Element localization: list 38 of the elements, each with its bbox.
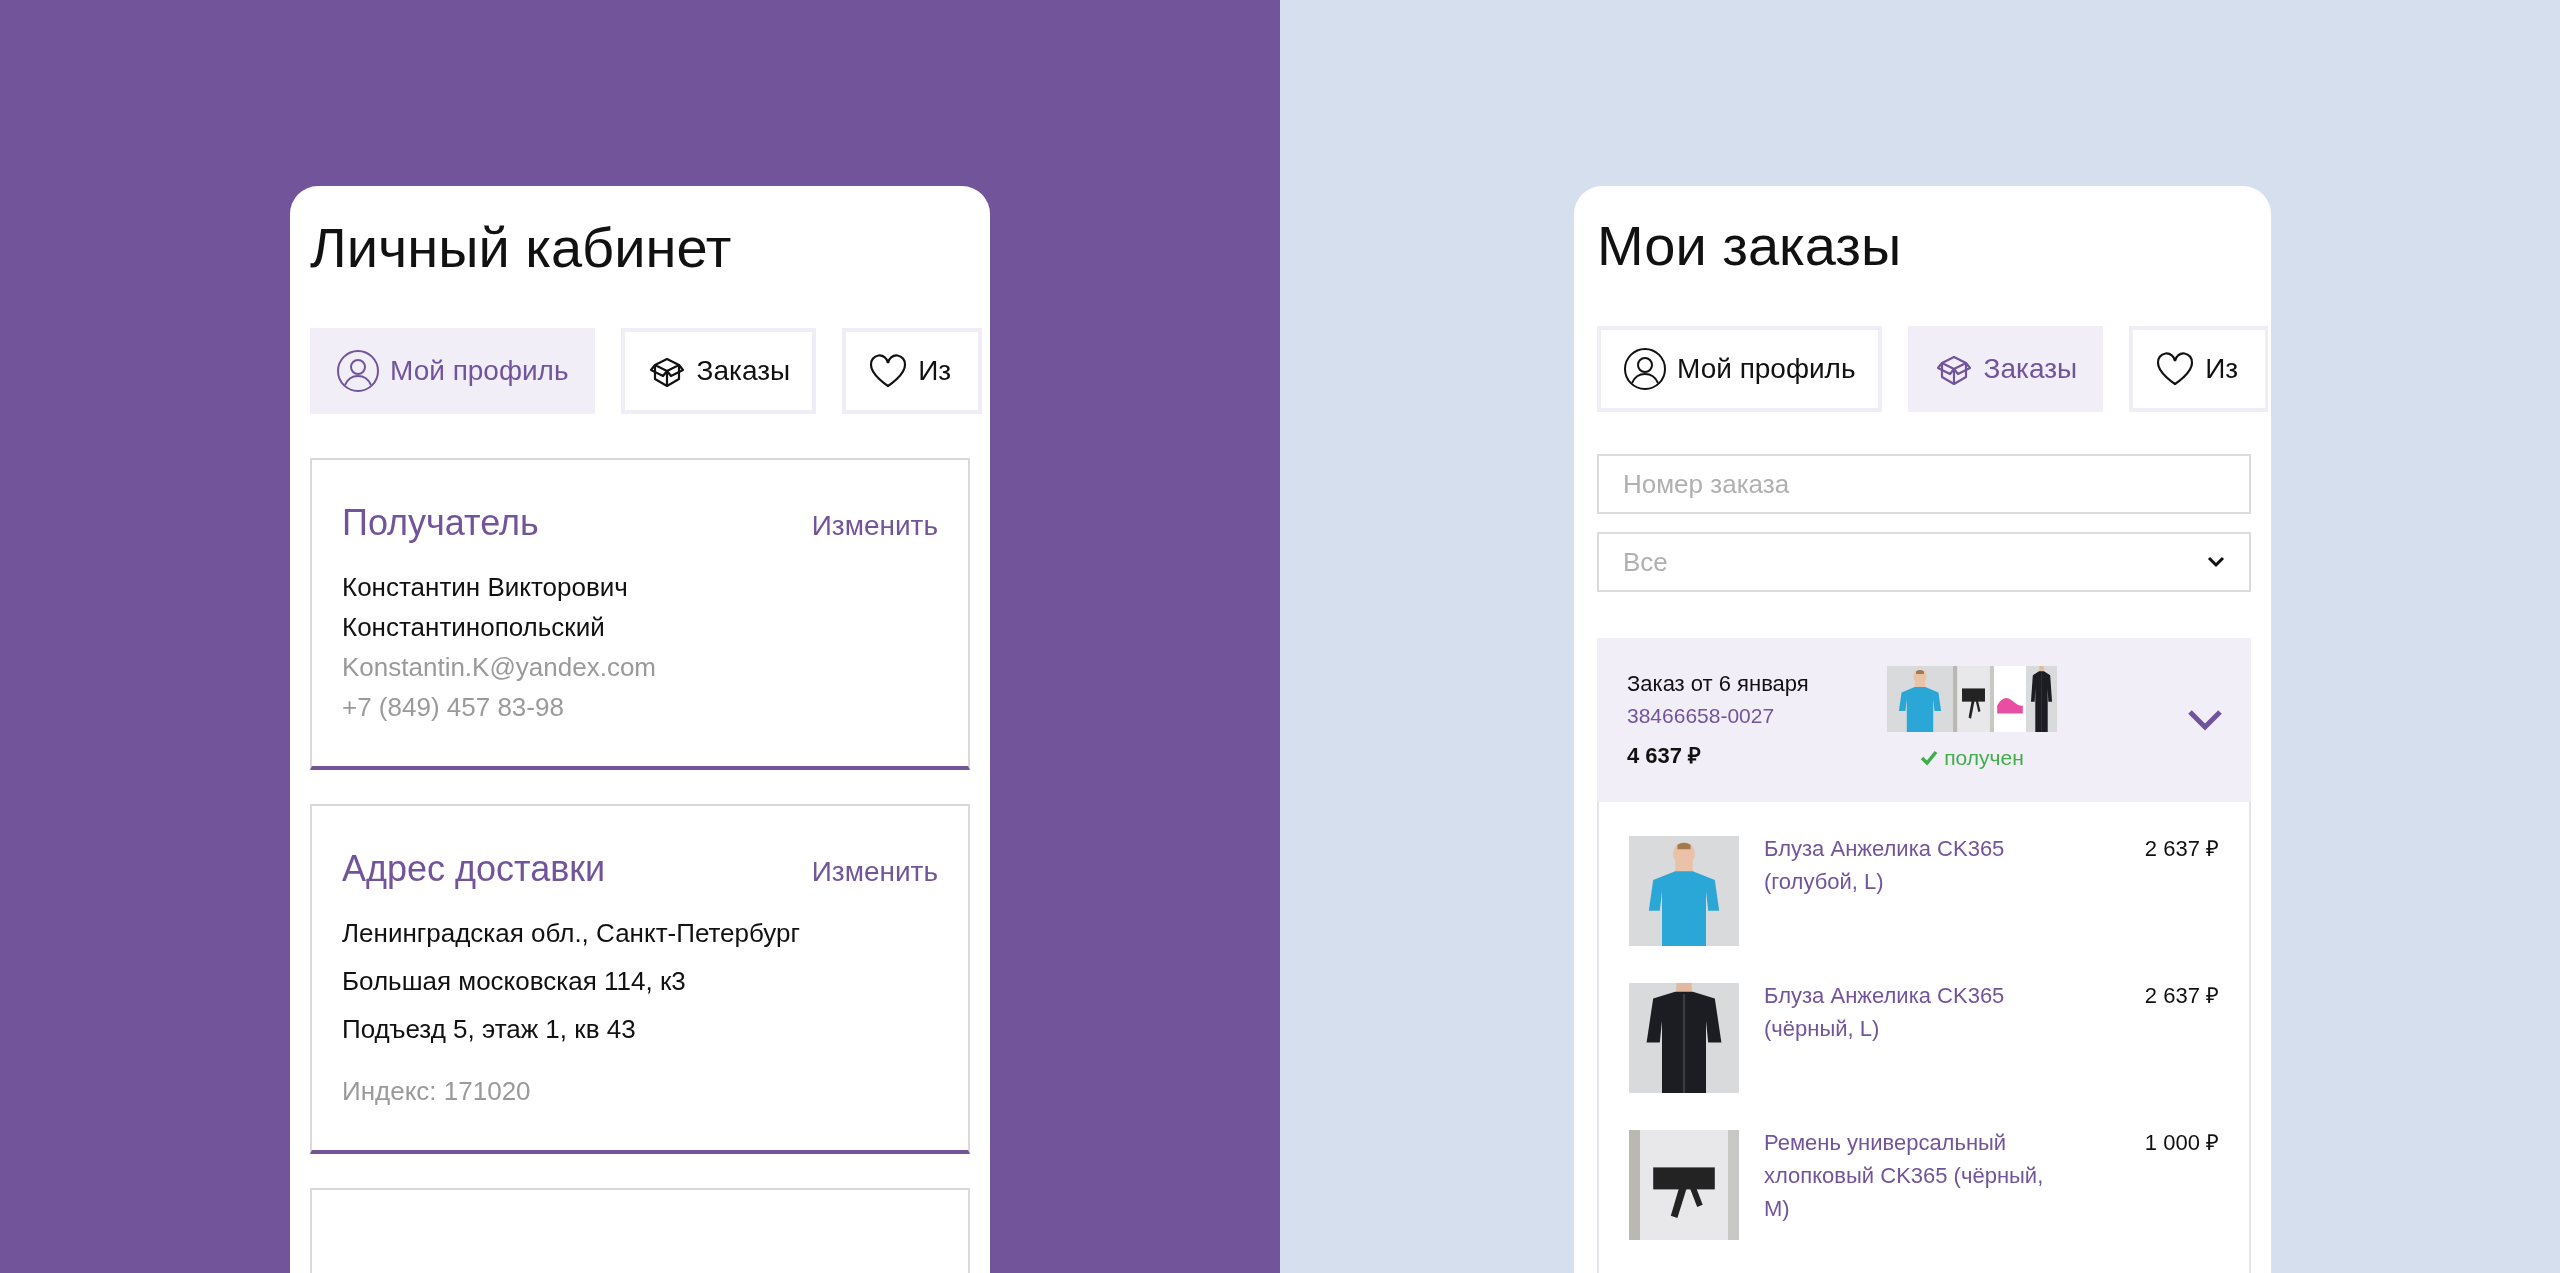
user-icon xyxy=(336,349,380,393)
user-icon xyxy=(1623,347,1667,391)
chevron-icon[interactable] xyxy=(2187,708,2223,731)
card-title: Адрес доставки xyxy=(342,847,606,891)
check-icon xyxy=(1920,749,1939,766)
heart-icon xyxy=(868,353,909,389)
order-number: 38466658-0027 xyxy=(1627,702,1776,729)
info-line: Большая московская 114, к3 xyxy=(342,965,687,998)
status-label: получен xyxy=(1920,742,2024,774)
info-line: Подъезд 5, этаж 1, кв 43 xyxy=(342,1013,637,1046)
info-line: Konstantin.K@yandex.com xyxy=(342,651,657,684)
info-line: Ленинградская обл., Санкт-Петербург xyxy=(342,917,801,950)
product-name[interactable]: Блуза Анжелика CK365 (чёрный, L) xyxy=(1764,978,2064,1045)
chevron-down-icon xyxy=(2207,556,2225,568)
edit-link[interactable]: Изменить xyxy=(811,851,938,893)
card-title: Получатель xyxy=(342,501,539,545)
order-total: 4 637 ₽ xyxy=(1627,741,1703,770)
tab[interactable]: Мой профиль xyxy=(1597,326,1882,412)
tab[interactable]: Заказы xyxy=(620,328,817,414)
info-line: Константин Викторович xyxy=(342,571,629,604)
order-number-field[interactable]: Номер заказа xyxy=(1597,454,2251,514)
product-name[interactable]: Ремень универсальный хлопковый CK365 (чёрный, M) xyxy=(1764,1125,2064,1225)
product-price: 2 637 ₽ xyxy=(2144,981,2219,1010)
page-title: Личный кабинет xyxy=(310,215,733,281)
tab[interactable]: Из xyxy=(842,328,983,414)
info-line: Константинопольский xyxy=(342,611,606,644)
product-price: 1 000 ₽ xyxy=(2144,1128,2219,1157)
tab[interactable]: Заказы xyxy=(1907,326,2104,412)
order-title: Заказ от 6 января xyxy=(1627,669,1810,698)
tab[interactable]: Мой профиль xyxy=(310,328,595,414)
product-name[interactable]: Блуза Анжелика CK365 (голубой, L) xyxy=(1764,831,2064,898)
product-price: 2 637 ₽ xyxy=(2144,834,2219,863)
heart-icon xyxy=(2155,351,2196,387)
tab[interactable]: Из xyxy=(2129,326,2268,412)
info-line: +7 (849) 457 83-98 xyxy=(342,691,565,724)
page-title: Мои заказы xyxy=(1597,213,1903,279)
edit-link[interactable]: Изменить xyxy=(811,505,938,547)
info-line: Индекс: 171020 xyxy=(342,1075,532,1108)
